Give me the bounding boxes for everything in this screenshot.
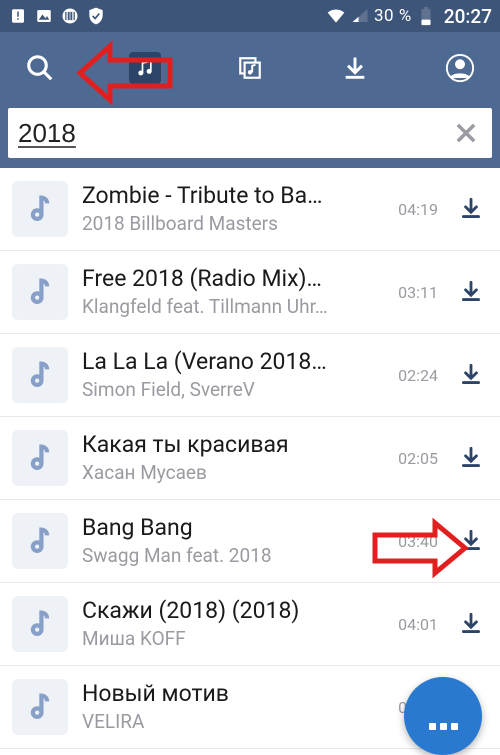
track-artist: 2018 Billboard Masters	[82, 212, 372, 236]
track-artist: Миша KOFF	[82, 627, 372, 651]
download-button[interactable]	[452, 273, 490, 311]
image-icon	[34, 6, 54, 26]
app-bar	[0, 32, 500, 104]
clear-search-button[interactable]	[446, 113, 486, 153]
music-note-icon	[12, 181, 68, 237]
track-title: Free 2018 (Radio Mix)…	[82, 265, 372, 293]
tab-downloads[interactable]	[325, 38, 385, 98]
download-button[interactable]	[452, 439, 490, 477]
music-note-icon	[12, 347, 68, 403]
music-note-icon	[12, 679, 68, 735]
tab-my-music[interactable]	[115, 38, 175, 98]
download-button[interactable]	[452, 605, 490, 643]
search-input[interactable]	[18, 118, 446, 149]
track-duration: 02:24	[390, 366, 438, 385]
download-button[interactable]	[452, 522, 490, 560]
track-duration: 02:05	[390, 449, 438, 468]
track-list: Zombie - Tribute to Ba… 2018 Billboard M…	[0, 168, 500, 749]
track-artist: Swagg Man feat. 2018	[82, 544, 372, 568]
track-title: Какая ты красивая	[82, 431, 372, 459]
track-duration: 04:19	[390, 200, 438, 219]
track-title: Bang Bang	[82, 514, 372, 542]
track-row[interactable]: Какая ты красивая Хасан Мусаев 02:05	[0, 417, 500, 500]
wifi-icon	[326, 6, 346, 26]
track-title: Zombie - Tribute to Ba…	[82, 182, 372, 210]
track-title: Новый мотив	[82, 680, 372, 708]
shield-icon	[86, 6, 106, 26]
track-duration: 03:11	[390, 283, 438, 302]
track-artist: Хасан Мусаев	[82, 461, 372, 485]
music-note-icon	[12, 430, 68, 486]
signal-icon	[350, 6, 370, 26]
status-bar: 30 % 20:27	[0, 0, 500, 32]
track-duration: 03:40	[390, 532, 438, 551]
warning-icon	[8, 6, 28, 26]
track-row[interactable]: Скажи (2018) (2018) Миша KOFF 04:01	[0, 583, 500, 666]
download-button[interactable]	[452, 190, 490, 228]
track-title: La La La (Verano 2018…	[82, 348, 372, 376]
tab-profile[interactable]	[430, 38, 490, 98]
track-title: Скажи (2018) (2018)	[82, 597, 372, 625]
more-icon	[429, 723, 458, 730]
track-row[interactable]: La La La (Verano 2018… Simon Field, Sver…	[0, 334, 500, 417]
track-artist: Simon Field, SverreV	[82, 378, 372, 402]
tab-search[interactable]	[10, 38, 70, 98]
fab-more-button[interactable]	[404, 677, 482, 755]
battery-percent: 30 %	[374, 6, 412, 26]
track-row[interactable]: Bang Bang Swagg Man feat. 2018 03:40	[0, 500, 500, 583]
track-artist: VELIRA	[82, 710, 372, 734]
track-duration: 04:01	[390, 615, 438, 634]
track-row[interactable]: Zombie - Tribute to Ba… 2018 Billboard M…	[0, 168, 500, 251]
music-note-icon	[12, 513, 68, 569]
track-row[interactable]: Free 2018 (Radio Mix)… Klangfeld feat. T…	[0, 251, 500, 334]
music-note-icon	[12, 264, 68, 320]
tab-playlists[interactable]	[220, 38, 280, 98]
music-note-icon	[12, 596, 68, 652]
battery-icon	[416, 6, 436, 26]
download-button[interactable]	[452, 356, 490, 394]
search-bar	[0, 104, 500, 168]
barcode-icon	[60, 6, 80, 26]
clock: 20:27	[444, 5, 492, 28]
track-artist: Klangfeld feat. Tillmann Uhr…	[82, 295, 372, 319]
